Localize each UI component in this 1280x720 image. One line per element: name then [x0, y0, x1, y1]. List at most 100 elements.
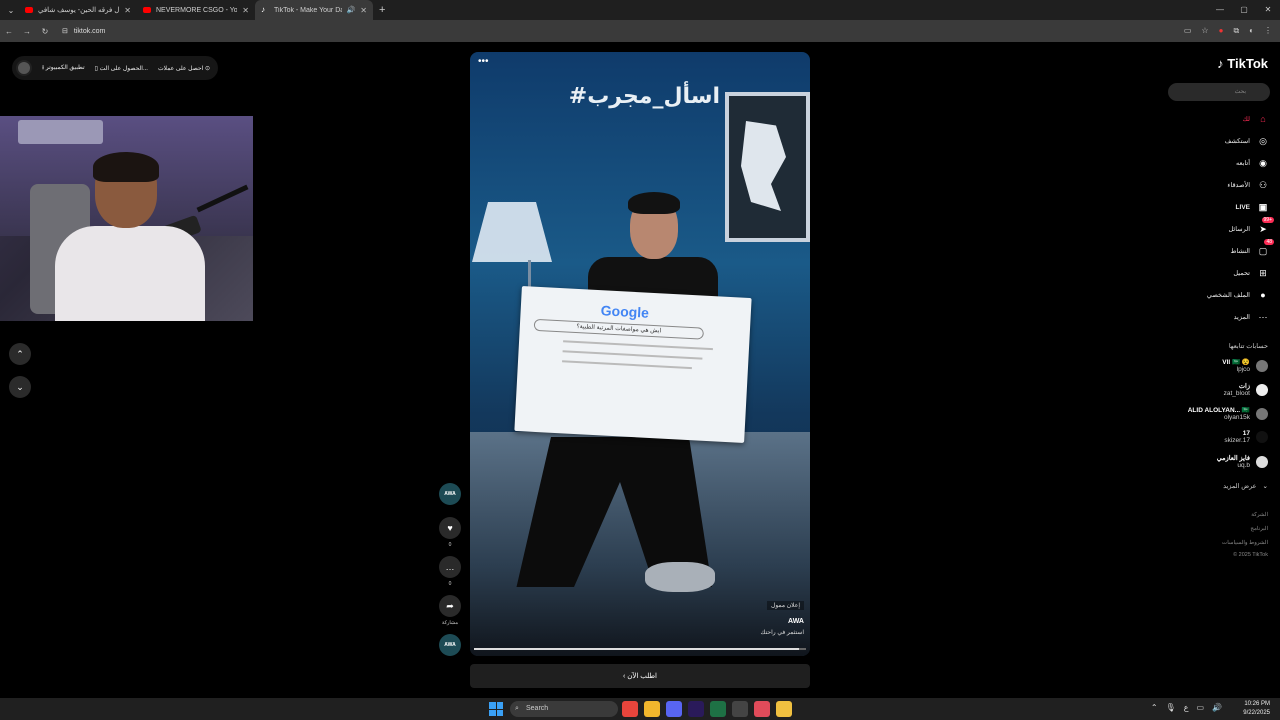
like-count: 0: [448, 542, 452, 548]
chrome-icon[interactable]: [622, 701, 638, 717]
tab-3[interactable]: ♪ TikTok - Make Your Day 🔊 ✕: [255, 0, 373, 20]
webcam-overlay: [0, 116, 253, 321]
see-more-link[interactable]: عرض المزيد ⌄: [1223, 482, 1268, 490]
video-hashtag: #اسأل_مجرب: [568, 84, 720, 109]
cta-label: اطلب الآن: [627, 673, 657, 680]
nav-explore[interactable]: استكشف ◎: [1225, 134, 1270, 148]
music-disc[interactable]: AWA: [439, 634, 461, 656]
home-icon: ⌂: [1260, 114, 1266, 124]
footer-copyright: © 2025 TikTok: [1233, 552, 1268, 558]
close-icon[interactable]: ✕: [242, 6, 249, 15]
share-icon: ➦: [446, 600, 454, 611]
taskbar-search[interactable]: ⌕ Search: [510, 701, 618, 717]
network-icon[interactable]: ▭: [1196, 703, 1204, 712]
previous-video-button[interactable]: ⌃: [9, 343, 31, 365]
following-icon: ◉: [1259, 157, 1267, 168]
nav-upload[interactable]: تحميل ⊞: [1233, 266, 1270, 280]
tab-title: NEVERMORE CSGO - YouTube: [156, 6, 238, 14]
close-icon[interactable]: ✕: [360, 6, 367, 15]
tab-1[interactable]: يا سال فرقه الحين- يوسف شافي ✕: [19, 0, 137, 20]
back-icon[interactable]: ←: [0, 27, 18, 36]
premiere-icon[interactable]: [688, 701, 704, 717]
clock[interactable]: 10:26 PM 9/22/2025: [1243, 700, 1270, 718]
nav-for-you[interactable]: لك ⌂: [1243, 112, 1270, 126]
following-account[interactable]: فايز العازمي uq.b: [1217, 454, 1268, 469]
youtube-icon: [25, 7, 33, 13]
new-tab-button[interactable]: +: [379, 4, 385, 16]
creator-avatar[interactable]: AWA: [439, 483, 461, 505]
close-window-button[interactable]: ✕: [1256, 0, 1280, 20]
nav-friends[interactable]: الأصدقاء ⚇: [1227, 178, 1270, 192]
url-field[interactable]: ⊟ tiktok.com: [62, 27, 1184, 36]
tiktok-logo[interactable]: ♪ TikTok: [1217, 56, 1268, 71]
steam-icon[interactable]: [754, 701, 770, 717]
profile-icon[interactable]: ◐: [1249, 26, 1254, 36]
nav-messages[interactable]: الرسائل ➤ 99+: [1228, 217, 1274, 236]
promo-bar: ⭳ تطبيق الكمبيوتر ▯ الحصول على الت... اح…: [12, 56, 218, 80]
comment-button[interactable]: …: [439, 556, 461, 578]
tab-2[interactable]: NEVERMORE CSGO - YouTube ✕: [137, 0, 255, 20]
notes-icon[interactable]: [776, 701, 792, 717]
close-icon[interactable]: ✕: [124, 6, 131, 15]
avatar: [1256, 407, 1268, 420]
more-options-icon[interactable]: •••: [478, 56, 489, 67]
nav-more[interactable]: المزيد ⋯: [1234, 310, 1270, 324]
nav-activity[interactable]: النشاط ▢ 48: [1230, 239, 1274, 258]
site-info-icon[interactable]: ⊟: [62, 27, 68, 35]
footer-terms[interactable]: الشروط والسياسات: [1222, 540, 1268, 546]
progress-fill: [474, 648, 800, 650]
live-icon: ▣: [1258, 201, 1268, 212]
following-account[interactable]: Vll 🇸🇦 😵 lpjco: [1222, 358, 1268, 373]
activity-badge: 48: [1264, 239, 1274, 245]
obs-icon[interactable]: [732, 701, 748, 717]
nav-following[interactable]: أتابعه ◉: [1236, 156, 1270, 170]
desktop-app-link[interactable]: ⭳ تطبيق الكمبيوتر: [42, 63, 85, 73]
share-button[interactable]: ➦: [439, 595, 461, 617]
maximize-button[interactable]: ▢: [1232, 0, 1256, 20]
menu-icon[interactable]: ⋮: [1264, 26, 1272, 36]
get-app-link[interactable]: ▯ الحصول على الت...: [95, 65, 148, 72]
profile-icon: ●: [1260, 290, 1266, 300]
start-button[interactable]: [489, 702, 503, 716]
avatar: [1256, 455, 1268, 468]
next-video-button[interactable]: ⌄: [9, 376, 31, 398]
footer-program[interactable]: البرنامج: [1250, 526, 1268, 532]
following-account[interactable]: ALID ALOLYAN... 🇸🇦 olyan15k: [1188, 406, 1268, 421]
chevron-up-icon[interactable]: ⌃: [1151, 703, 1158, 712]
excel-icon[interactable]: [710, 701, 726, 717]
footer-company[interactable]: الشركة: [1251, 512, 1268, 518]
volume-icon[interactable]: 🔊: [1212, 703, 1222, 712]
video-author[interactable]: AWA: [478, 618, 804, 625]
forward-icon[interactable]: →: [18, 27, 36, 36]
discord-icon[interactable]: [666, 701, 682, 717]
cta-button[interactable]: ‹ اطلب الآن: [470, 664, 810, 688]
reload-icon[interactable]: ↻: [36, 27, 54, 36]
following-account[interactable]: 17 skizer.17: [1224, 430, 1268, 444]
bookmark-star-icon[interactable]: ☆: [1201, 26, 1208, 36]
tab-search-button[interactable]: ⌄: [3, 2, 19, 18]
following-account[interactable]: زات zat_bloot: [1224, 382, 1268, 397]
messages-icon: ➤ 99+: [1259, 217, 1274, 234]
nav-profile[interactable]: الملف الشخصي ●: [1207, 288, 1270, 302]
upload-icon: ⊞: [1259, 267, 1267, 278]
puzzle-icon[interactable]: ⧉: [1233, 26, 1239, 36]
avatar: [1256, 359, 1268, 372]
audio-icon[interactable]: 🔊: [347, 6, 356, 14]
get-coins-link[interactable]: احصل على عملات ⊙: [158, 65, 210, 72]
url-text: tiktok.com: [73, 27, 106, 35]
language-indicator[interactable]: ع: [1184, 703, 1189, 712]
video-player[interactable]: Google ايش هي مواصفات المرتبة الطبية؟ ••…: [470, 52, 810, 656]
extension-icon[interactable]: ●: [1219, 26, 1224, 36]
browser-tab-bar: ⌄ يا سال فرقه الحين- يوسف شافي ✕ NEVERMO…: [0, 0, 1280, 20]
file-explorer-icon[interactable]: [644, 701, 660, 717]
nav-live[interactable]: LIVE ▣: [1236, 200, 1270, 214]
video-progress[interactable]: [474, 648, 806, 650]
minimize-button[interactable]: —: [1208, 0, 1232, 20]
cast-icon[interactable]: ▭: [1184, 26, 1192, 36]
avatar[interactable]: [16, 60, 32, 76]
mic-icon[interactable]: 🎙: [1166, 703, 1176, 712]
system-tray: ⌃ 🎙 ع ▭ 🔊: [1151, 703, 1222, 712]
like-button[interactable]: ♥: [439, 517, 461, 539]
search-input[interactable]: بحث: [1168, 83, 1270, 101]
video-caption: إعلان ممول AWA استثمر في راحتك: [478, 594, 804, 636]
